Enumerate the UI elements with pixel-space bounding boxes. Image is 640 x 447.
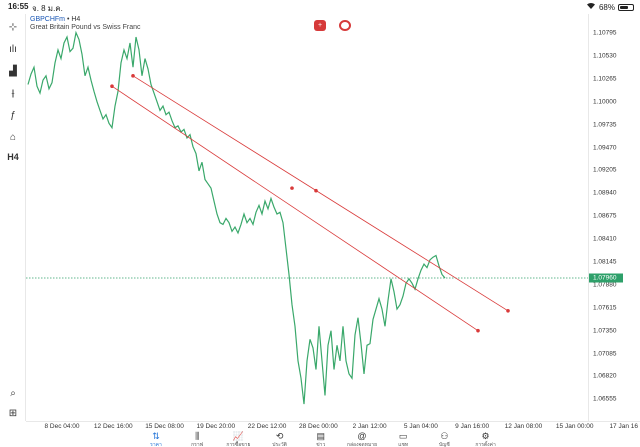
record-icon[interactable] [339,20,351,31]
nav-history[interactable]: ⟲ ประวัติ [260,431,300,447]
nav-label: ราคา [150,442,162,447]
shapes-icon[interactable]: ⌂ [3,128,23,146]
trend-line-1 [111,85,479,331]
news-icon: ▤ [316,431,326,441]
nav-mailbox[interactable]: @ กล่องจดหมาย [342,431,382,447]
price-tick-label: 1.08410 [593,235,617,243]
trend-line-1-start-handle [110,84,114,88]
price-tick-label: 1.06820 [593,372,617,380]
nav-chat[interactable]: ▭ แชท [383,431,423,447]
nav-trade[interactable]: 📈 การซื้อขาย [218,431,258,447]
price-tick-label: 1.09470 [593,144,617,152]
price-tick-label: 1.09205 [593,166,617,174]
price-tick-label: 1.09735 [593,121,617,129]
battery-icon [618,3,634,11]
time-tick-label: 17 Jan 16 [609,423,638,430]
trade-icon: 📈 [232,431,244,441]
nav-label: ประวัติ [272,442,287,447]
time-tick-label: 12 Jan 08:00 [504,423,543,430]
battery-level [620,5,629,9]
price-tick-label: 1.07350 [593,327,617,335]
price-line [27,30,446,405]
one-click-trading-button[interactable]: + [314,20,326,31]
time-tick-label: 8 Dec 04:00 [44,423,80,430]
trend-line-1-mid-handle [290,186,294,190]
time-tick-label: 5 Jan 04:00 [403,423,438,430]
status-bar: 16:55 จ. 8 ม.ค. 68% [0,0,640,14]
bottom-navigation: ⇅ ราคา ⫼ กราฟ 📈 การซื้อขาย ⟲ ประวัติ ▤ ข่าว @ กล่อง… [0,431,640,447]
price-tick-label: 1.08145 [593,258,617,266]
time-tick-label: 2 Jan 12:00 [352,423,387,430]
bar-chart-icon[interactable]: ▟ [3,62,23,80]
price-tick-label: 1.07615 [593,304,617,312]
price-tick-label: 1.10530 [593,52,617,60]
trend-line-1-end-handle [476,328,480,333]
trend-lines [110,74,510,333]
wifi-icon [586,2,596,12]
nav-label: แชท [398,442,409,447]
nav-settings[interactable]: ⚙ การตั้งค่า [466,431,506,447]
one-click-icon[interactable]: ⊞ [3,404,23,422]
nav-label: ข่าว [316,442,326,447]
price-tick-label: 1.10265 [593,75,617,83]
price-tick-label: 1.07085 [593,350,617,358]
timeframe-button[interactable]: H4 [3,148,23,166]
symbol-timeframe: • H4 [65,16,81,23]
zoom-icon[interactable]: ⌕ [3,384,23,402]
quotes-icon: ⇅ [152,431,160,441]
time-tick-label: 28 Dec 00:00 [299,423,338,430]
time-tick-label: 19 Dec 20:00 [196,423,236,430]
account-icon: ⚇ [440,431,449,441]
price-tick-label: 1.08675 [593,212,617,220]
trend-line-2 [132,75,509,312]
battery-percent: 68% [598,2,615,12]
drawing-toolbar: ⊹ ılı ▟ ⫲ ƒ ⌂ H4 ⌕ ⊞ [0,14,26,421]
status-indicators: 68% [586,2,634,12]
nav-label: การตั้งค่า [475,442,496,447]
indicators-icon[interactable]: ⫲ [3,84,23,102]
price-tick-label: 1.08940 [593,189,617,197]
function-icon[interactable]: ƒ [3,106,23,124]
nav-news[interactable]: ▤ ข่าว [301,431,341,447]
status-time: 16:55 [8,2,29,11]
nav-label: บัญชี [438,442,450,447]
trend-line-2-start-handle [131,74,135,78]
symbol-description: Great Britain Pound vs Swiss Franc [30,24,141,31]
time-tick-label: 9 Jan 16:00 [455,423,490,430]
price-axis: 1.10795 1.10530 1.10265 1.10000 1.09735 1.094… [588,14,640,421]
chart-type-icon[interactable]: ılı [3,40,23,58]
mailbox-icon: @ [357,431,367,441]
chart-symbol[interactable]: GBPCHFm • H4 [30,16,80,23]
price-tick-label: 1.06555 [593,395,617,403]
time-tick-label: 22 Dec 12:00 [247,423,287,430]
nav-label: กราฟ [191,442,204,447]
nav-label: การซื้อขาย [226,442,251,447]
price-chart[interactable] [26,14,614,421]
time-tick-label: 15 Dec 08:00 [145,423,184,430]
crosshair-icon[interactable]: ⊹ [3,18,23,36]
chart-area[interactable]: GBPCHFm • H4 Great Britain Pound vs Swis… [26,14,614,421]
current-price-label: 1.07960 [589,273,623,283]
settings-icon: ⚙ [481,431,490,441]
price-tick-label: 1.10000 [593,98,617,106]
nav-quotes[interactable]: ⇅ ราคา [136,431,176,447]
time-tick-label: 12 Dec 16:00 [93,423,133,430]
trend-line-2-end-handle [506,308,510,313]
nav-account[interactable]: ⚇ บัญชี [424,431,464,447]
history-icon: ⟲ [275,431,284,441]
nav-label: กล่องจดหมาย [346,442,378,447]
chat-icon: ▭ [398,431,408,441]
trend-line-2-mid-handle [314,188,318,193]
symbol-name: GBPCHFm [30,16,65,23]
nav-chart[interactable]: ⫼ กราฟ [177,431,217,447]
time-axis: 8 Dec 04:00 12 Dec 16:00 15 Dec 08:00 19 De… [26,421,640,431]
time-tick-label: 15 Jan 00:00 [555,423,594,430]
price-tick-label: 1.10795 [593,29,617,37]
chart-icon: ⫼ [195,431,200,441]
